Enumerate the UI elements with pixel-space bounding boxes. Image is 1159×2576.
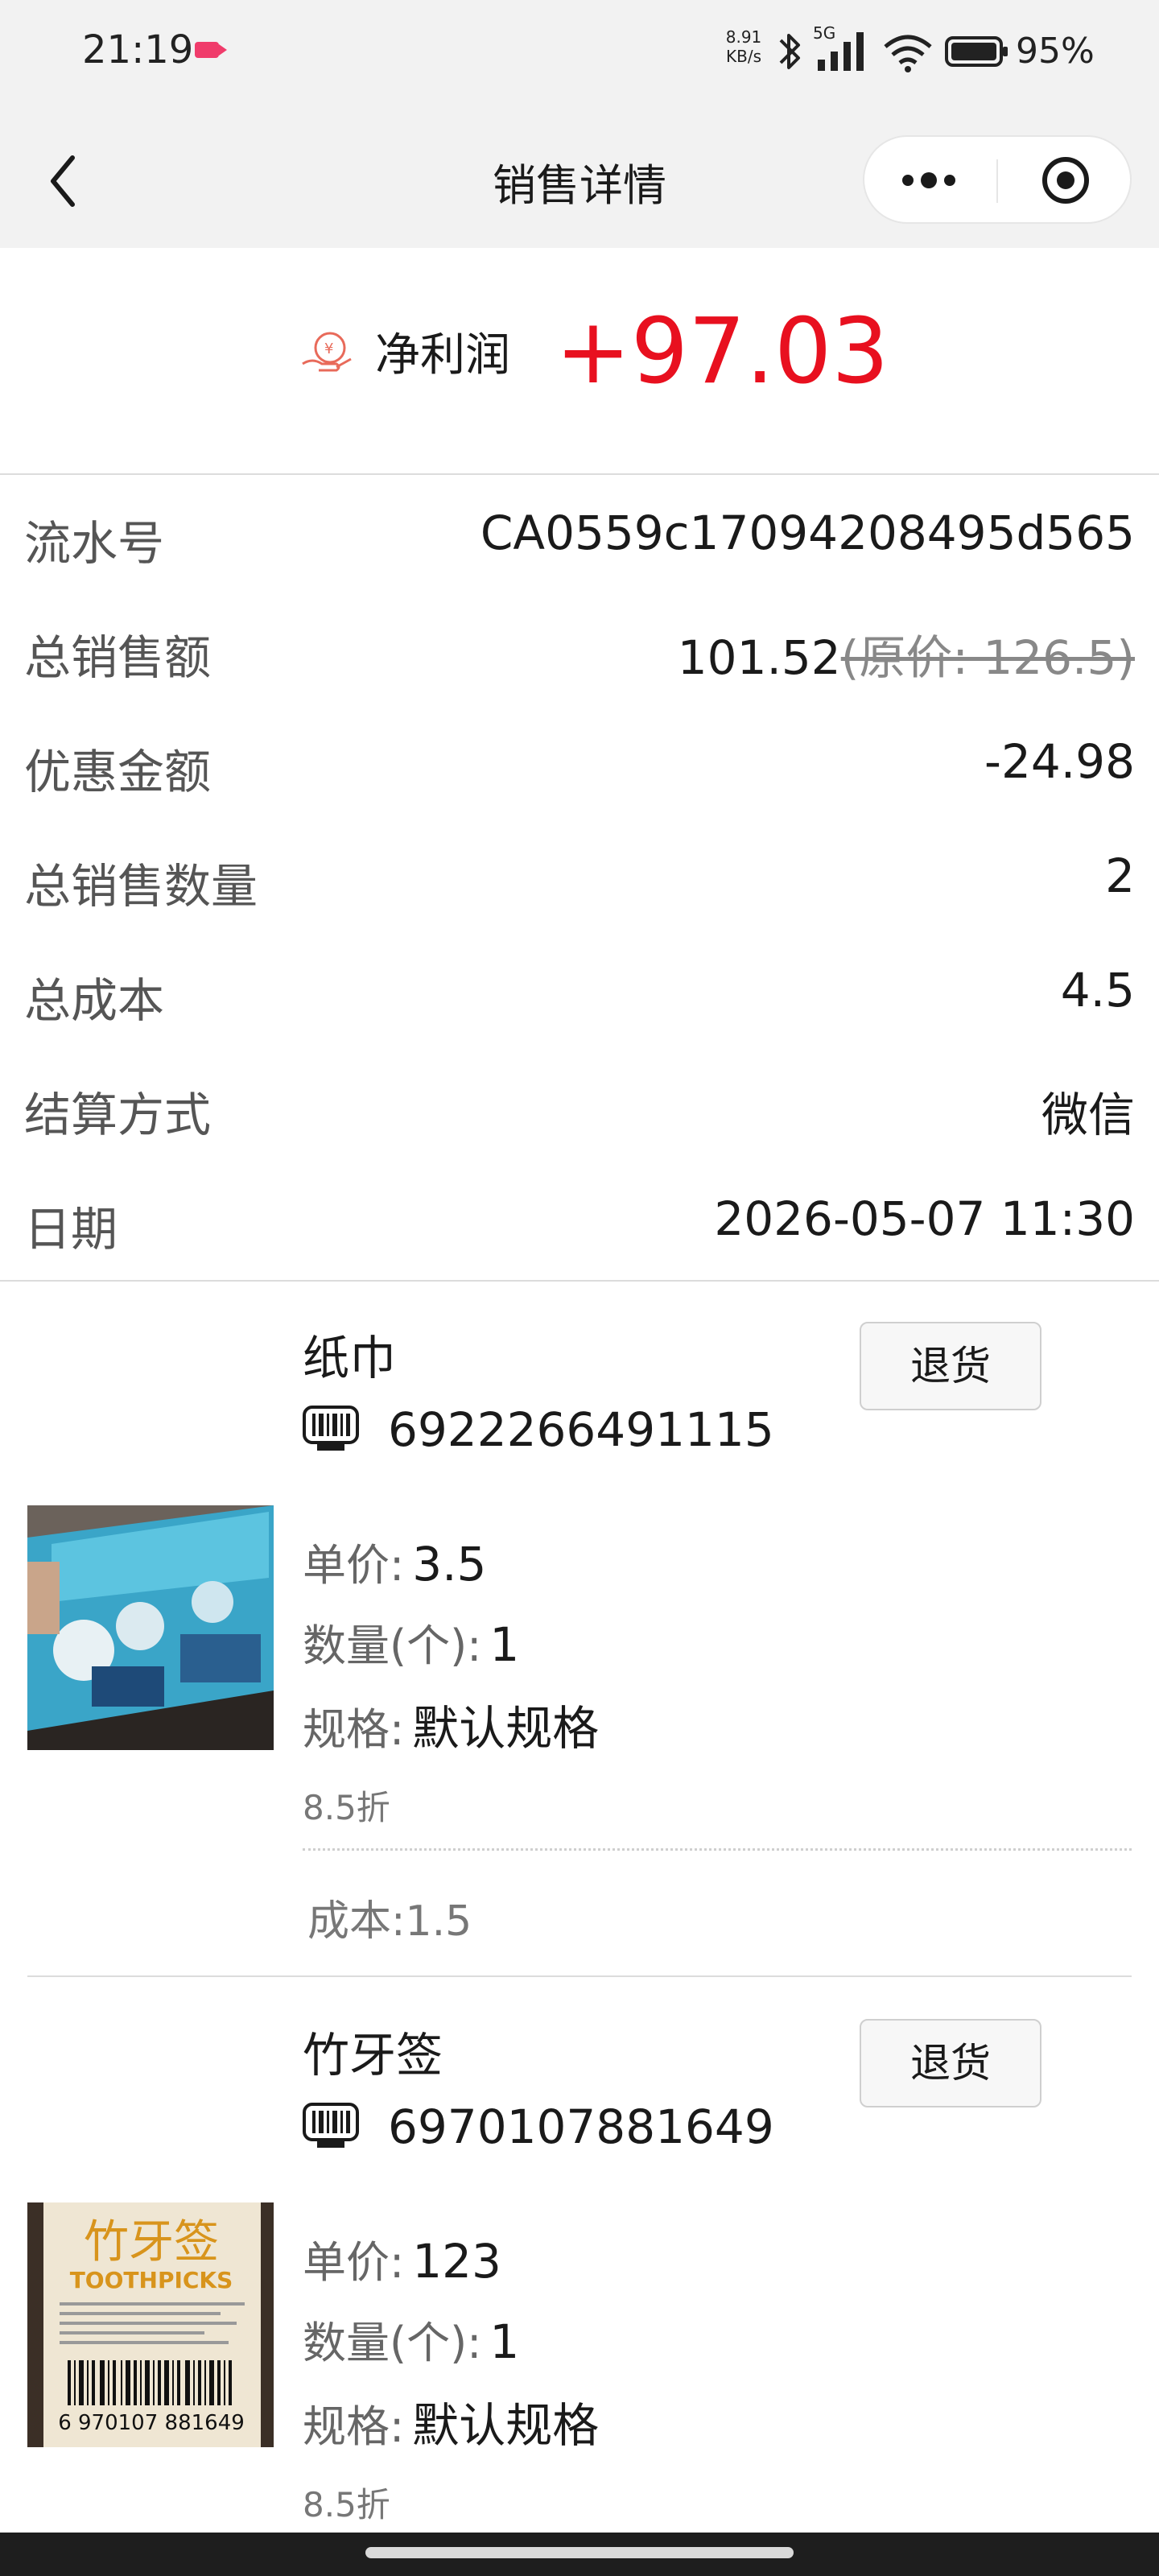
spec-row: 规格: 默认规格: [303, 1690, 599, 1758]
spec-label: 规格:: [303, 1704, 405, 1755]
quantity-row: 数量(个): 1: [303, 1610, 519, 1674]
payment-label: 结算方式: [24, 1088, 212, 1142]
tissue-photo: [27, 1505, 274, 1750]
product-card: 纸巾 6922266491115 退货 单价: 3.5 数量(个): 1 规格: 默认…: [0, 1282, 1159, 1979]
signal-5g-label: 5G: [813, 24, 835, 43]
status-time: 21:19: [82, 27, 194, 72]
discount-badge: 8.5折: [303, 2485, 390, 2524]
unit-price-row: 单价: 123: [303, 2227, 501, 2290]
net-profit-header: ¥ 净利润 +97.03: [0, 248, 1159, 473]
product-name: 纸巾: [303, 1331, 397, 1385]
total-sales-label: 总销售额: [24, 630, 212, 685]
payment-value: 微信: [1041, 1088, 1135, 1142]
cellular-signal-icon: 5G: [813, 24, 864, 71]
quantity-row: 数量(个): 1: [303, 2307, 519, 2371]
profit-coin-icon: ¥: [302, 332, 352, 372]
cost-label: 总成本: [24, 973, 165, 1028]
net-profit-label: 净利润: [375, 329, 510, 382]
serial-label: 流水号: [24, 516, 165, 571]
close-target-icon[interactable]: [1040, 155, 1091, 206]
quantity-value: 2: [1105, 848, 1135, 903]
detail-row-quantity: 总销售数量 2: [0, 819, 1159, 934]
spec-row: 规格: 默认规格: [303, 2388, 599, 2455]
date-value: 2026-05-07 11:30: [714, 1191, 1135, 1246]
return-button[interactable]: 退货: [860, 2019, 1041, 2107]
battery-percent: 95%: [1016, 31, 1095, 72]
wifi-icon: [884, 35, 932, 72]
discount-label: 优惠金额: [24, 745, 212, 799]
total-sales-value: 101.52: [677, 630, 841, 685]
status-bar: 21:19 8.91 KB/s 5G 95%: [0, 0, 1159, 105]
unit-price-row: 单价: 3.5: [303, 1530, 486, 1593]
discount-value: -24.98: [984, 734, 1135, 789]
image-en-text: TOOTHPICKS: [70, 2267, 233, 2293]
nav-bar: 销售详情: [0, 105, 1159, 248]
battery-icon: [945, 36, 1008, 67]
svg-text:¥: ¥: [324, 341, 333, 357]
mini-program-capsule: [863, 135, 1132, 224]
screen-record-icon: [195, 42, 227, 58]
spec-value: 默认规格: [412, 1701, 600, 1756]
original-price: (原价: 126.5): [840, 630, 1135, 685]
unit-price-label: 单价:: [303, 2237, 405, 2288]
net-speed-value: 8.91: [725, 27, 762, 47]
quantity-label: 总销售数量: [24, 859, 258, 914]
toothpick-photo: 竹牙签 TOOTHPICKS 6 970107 881649: [27, 2202, 274, 2447]
product-cost: 成本:1.5: [307, 1897, 472, 1946]
product-image: [27, 1505, 274, 1750]
quantity-label: 数量(个):: [303, 1620, 482, 1671]
product-barcode: 6922266491115: [388, 1402, 774, 1457]
image-barcode-text: 6 970107 881649: [58, 2411, 245, 2435]
detail-row-cost: 总成本 4.5: [0, 934, 1159, 1048]
spec-label: 规格:: [303, 2401, 405, 2452]
net-speed: 8.91 KB/s: [721, 27, 766, 66]
barcode-icon: [303, 2103, 359, 2148]
divider: [27, 1975, 1132, 1977]
product-name: 竹牙签: [303, 2028, 443, 2083]
dotted-divider: [303, 1848, 1132, 1851]
unit-price-value: 3.5: [412, 1537, 487, 1591]
unit-price-label: 单价:: [303, 1540, 405, 1591]
detail-row-date: 日期 2026-05-07 11:30: [0, 1162, 1159, 1277]
serial-value: CA0559c17094208495d565: [480, 506, 1135, 560]
net-speed-unit: KB/s: [726, 47, 761, 66]
spec-value: 默认规格: [412, 2398, 600, 2453]
divider: [0, 473, 1159, 475]
detail-row-payment: 结算方式 微信: [0, 1048, 1159, 1162]
barcode-icon: [303, 1406, 359, 1451]
detail-row-discount: 优惠金额 -24.98: [0, 705, 1159, 819]
net-profit-value: +97.03: [555, 299, 889, 404]
quantity-value: 1: [489, 1617, 520, 1672]
return-button[interactable]: 退货: [860, 1322, 1041, 1410]
detail-row-total-sales: 总销售额 101.52(原价: 126.5): [0, 591, 1159, 705]
product-barcode: 6970107881649: [388, 2099, 774, 2154]
unit-price-value: 123: [412, 2234, 501, 2289]
capsule-divider: [996, 159, 998, 203]
quantity-value: 1: [489, 2314, 520, 2369]
discount-badge: 8.5折: [303, 1788, 390, 1827]
product-card: 竹牙签 6970107881649 退货 竹牙签 TOOTHPICKS 6 97…: [0, 1979, 1159, 2534]
more-dots-icon[interactable]: [897, 166, 961, 195]
date-label: 日期: [24, 1202, 118, 1257]
quantity-label: 数量(个):: [303, 2318, 482, 2368]
cost-value: 4.5: [1060, 963, 1135, 1018]
total-sales-value-wrap: 101.52(原价: 126.5): [678, 620, 1135, 687]
home-indicator[interactable]: [365, 2547, 794, 2558]
image-cn-text: 竹牙签: [84, 2216, 219, 2268]
product-image: 竹牙签 TOOTHPICKS 6 970107 881649: [27, 2202, 274, 2447]
bluetooth-icon: [779, 34, 800, 69]
detail-row-serial: 流水号 CA0559c17094208495d565: [0, 477, 1159, 591]
